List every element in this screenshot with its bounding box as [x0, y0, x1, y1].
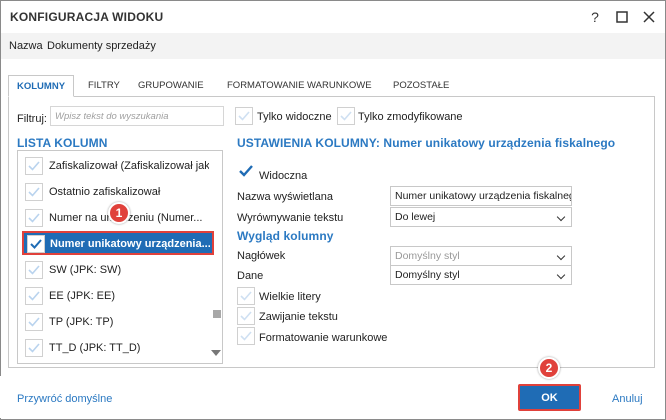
column-list: Zafiskalizował (Zafiskalizował jako... O… [17, 150, 223, 364]
data-style-select[interactable]: Domyślny styl [390, 265, 572, 285]
check-icon [240, 331, 252, 341]
list-item[interactable]: EE (JPK: EE) [18, 283, 214, 309]
align-label: Wyrównywanie tekstu [237, 212, 344, 224]
item-checkbox[interactable] [25, 313, 43, 331]
list-item[interactable]: TP (JPK: TP) [18, 309, 214, 335]
column-list-title: LISTA KOLUMN [17, 136, 108, 150]
check-icon [240, 291, 252, 301]
check-icon [28, 161, 40, 171]
step-badge-2: 2 [538, 357, 560, 379]
name-row: Nazwa: Dokumenty sprzedaży [1, 33, 665, 59]
item-label: SW (JPK: SW) [49, 264, 122, 276]
item-label: TT_D (JPK: TT_D) [49, 342, 141, 354]
item-checkbox[interactable] [25, 183, 43, 201]
visible-check-icon[interactable] [238, 163, 254, 182]
check-icon [238, 111, 250, 121]
visible-label: Widoczna [259, 170, 308, 182]
check-icon [340, 111, 352, 121]
item-label: Zafiskalizował (Zafiskalizował jako... [49, 160, 209, 172]
dialog-title: KONFIGURACJA WIDOKU [10, 10, 164, 24]
only-modified-checkbox[interactable] [337, 107, 355, 125]
uppercase-checkbox[interactable] [237, 287, 255, 305]
check-icon [240, 311, 252, 321]
header-style-label: Nagłówek [237, 250, 286, 262]
help-button[interactable]: ? [585, 7, 605, 27]
ok-button[interactable]: OK [518, 384, 581, 411]
tab-pozostale[interactable]: POZOSTAŁE [385, 75, 457, 97]
settings-title: USTAWIENIA KOLUMNY: Numer unikatowy urzą… [237, 136, 616, 150]
align-select[interactable]: Do lewej [390, 207, 572, 227]
maximize-button[interactable] [612, 7, 632, 27]
item-checkbox[interactable] [25, 287, 43, 305]
list-item[interactable]: TT_D (JPK: TT_D) [18, 335, 214, 361]
name-field[interactable]: Dokumenty sprzedaży [43, 37, 323, 55]
header-style-select[interactable]: Domyślny styl [390, 246, 572, 266]
conditional-format-label: Formatowanie warunkowe [259, 332, 388, 344]
item-checkbox[interactable] [25, 157, 43, 175]
item-checkbox[interactable] [27, 235, 45, 253]
check-icon [28, 317, 40, 327]
item-label: TP (JPK: TP) [49, 316, 114, 328]
uppercase-label: Wielkie litery [259, 291, 321, 303]
tab-filtry[interactable]: FILTRY [80, 75, 128, 97]
close-button[interactable] [639, 7, 659, 27]
item-checkbox[interactable] [25, 209, 43, 227]
list-item[interactable]: Ostatnio zafiskalizował [18, 179, 214, 205]
filter-input[interactable]: Wpisz tekst do wyszukania [50, 106, 224, 126]
cancel-link[interactable]: Anuluj [612, 393, 643, 405]
tab-formatowanie-warunkowe[interactable]: FORMATOWANIE WARUNKOWE [219, 75, 380, 97]
item-label: EE (JPK: EE) [49, 290, 116, 302]
close-icon [643, 11, 655, 23]
name-label: Nazwa: [9, 40, 46, 52]
list-item-selected[interactable]: Numer unikatowy urządzenia... [22, 231, 214, 255]
check-icon [28, 213, 40, 223]
title-bar: KONFIGURACJA WIDOKU ? [1, 1, 665, 33]
list-item[interactable]: Zafiskalizował (Zafiskalizował jako... [18, 153, 214, 179]
tab-kolumny[interactable]: KOLUMNY [8, 75, 75, 97]
item-checkbox[interactable] [25, 339, 43, 357]
wrap-text-label: Zawijanie tekstu [259, 311, 338, 323]
check-icon [28, 187, 40, 197]
restore-defaults-link[interactable]: Przywróć domyślne [17, 393, 112, 405]
check-icon [28, 265, 40, 275]
item-checkbox[interactable] [25, 261, 43, 279]
check-icon [28, 343, 40, 353]
filter-label: Filtruj: [17, 113, 47, 125]
tab-grupowanie[interactable]: GRUPOWANIE [130, 75, 212, 97]
check-icon [30, 239, 42, 249]
only-modified-label: Tylko zmodyfikowane [358, 111, 463, 123]
check-icon [28, 291, 40, 301]
item-label: Ostatnio zafiskalizował [49, 186, 161, 198]
only-visible-label: Tylko widoczne [257, 111, 332, 123]
data-style-label: Dane [237, 270, 264, 282]
display-name-label: Nazwa wyświetlana [237, 191, 333, 203]
step-badge-1: 1 [108, 202, 130, 224]
list-item[interactable]: SW (JPK: SW) [18, 257, 214, 283]
scroll-down-icon[interactable] [211, 350, 221, 356]
conditional-format-checkbox[interactable] [237, 327, 255, 345]
list-scrollbar-thumb[interactable] [213, 310, 221, 318]
appearance-title: Wygląd kolumny [237, 229, 334, 243]
only-visible-checkbox[interactable] [235, 107, 253, 125]
item-label: Numer unikatowy urządzenia... [50, 238, 210, 250]
wrap-text-checkbox[interactable] [237, 307, 255, 325]
maximize-icon [616, 11, 628, 23]
display-name-input[interactable]: Numer unikatowy urządzenia fiskalnego [390, 186, 572, 206]
